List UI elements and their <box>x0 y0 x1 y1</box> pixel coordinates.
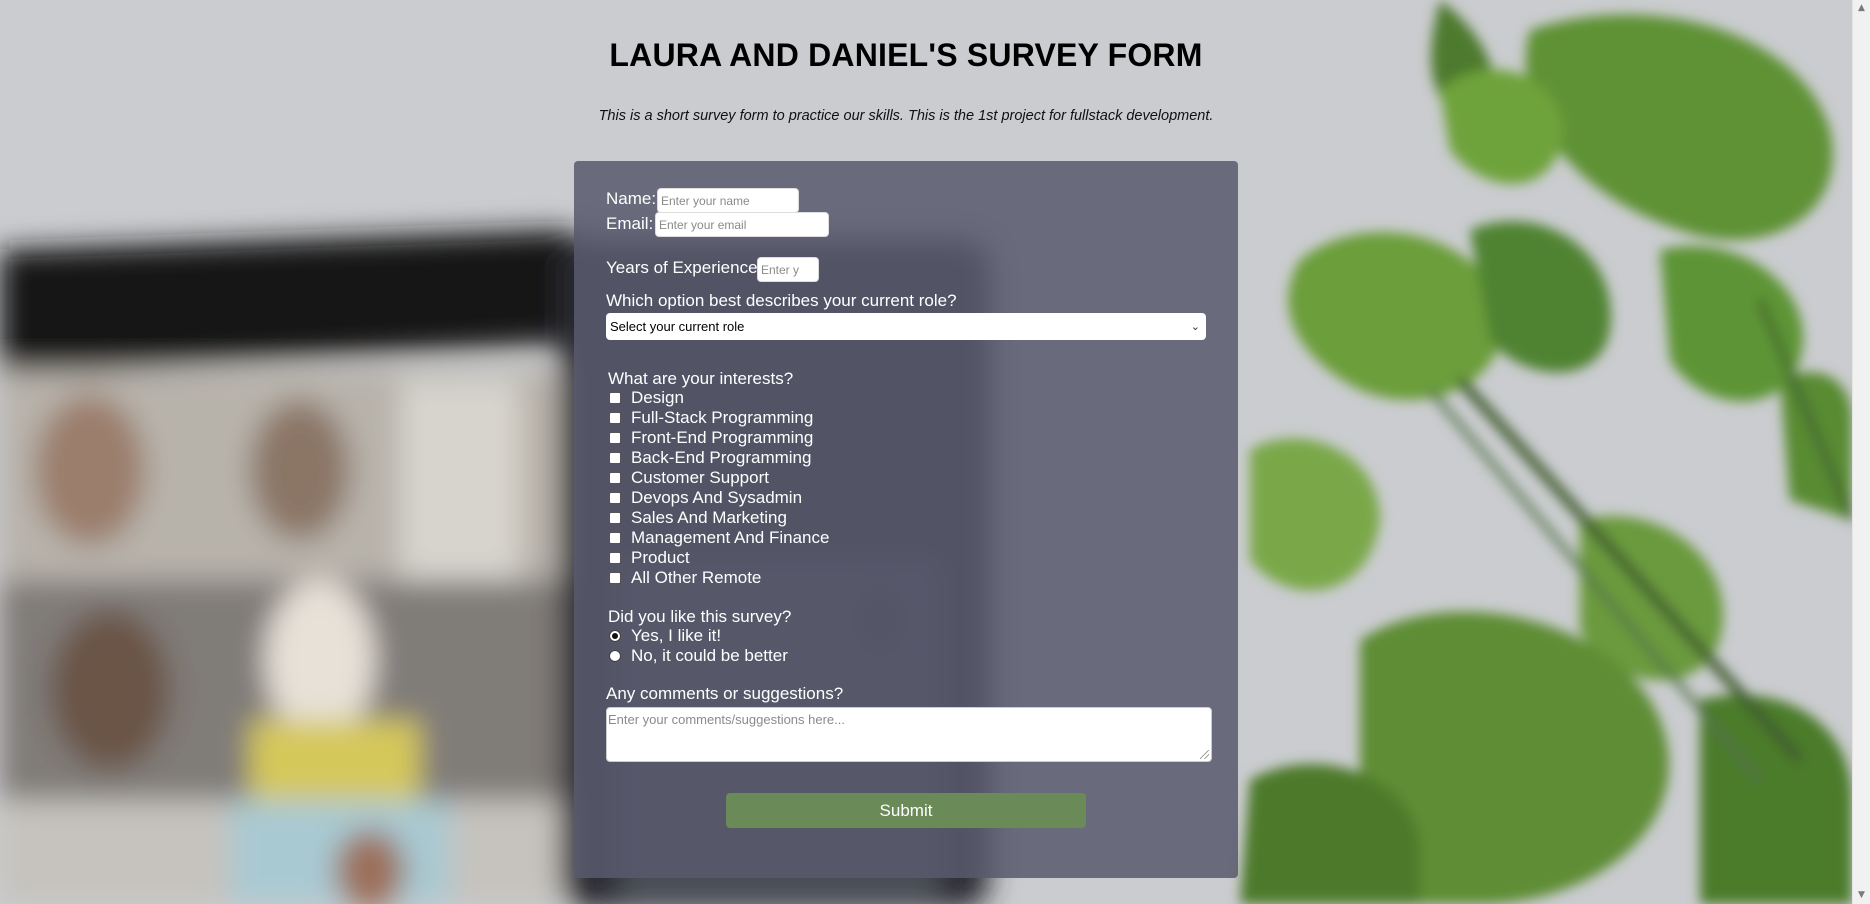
interest-option[interactable]: Product <box>609 548 690 568</box>
role-select[interactable]: Select your current role ⌄ <box>606 313 1206 340</box>
interest-option[interactable]: Full-Stack Programming <box>609 408 813 428</box>
name-input[interactable] <box>657 188 799 213</box>
checkbox[interactable] <box>609 392 621 404</box>
liked-option-label: No, it could be better <box>631 646 788 665</box>
interest-option-label: Product <box>631 548 690 567</box>
liked-option-no[interactable]: No, it could be better <box>609 646 788 666</box>
interest-option-label: All Other Remote <box>631 568 762 587</box>
liked-option-yes[interactable]: Yes, I like it! <box>609 626 721 646</box>
interest-option-label: Full-Stack Programming <box>631 408 814 427</box>
submit-button[interactable]: Submit <box>726 793 1086 828</box>
name-label: Name: <box>606 189 657 208</box>
interest-option-label: Front-End Programming <box>631 428 814 447</box>
page-scrollbar[interactable]: ▲ ▼ <box>1852 0 1870 904</box>
interests-label: What are your interests? <box>608 369 794 388</box>
interest-option-label: Management And Finance <box>631 528 830 547</box>
interest-option[interactable]: Management And Finance <box>609 528 829 548</box>
role-label: Which option best describes your current… <box>606 291 957 310</box>
page-title: LAURA AND DANIEL'S SURVEY FORM <box>609 37 1203 73</box>
liked-label: Did you like this survey? <box>608 607 792 626</box>
checkbox[interactable] <box>609 532 621 544</box>
interest-option[interactable]: Back-End Programming <box>609 448 811 468</box>
arrow-up-icon[interactable]: ▲ <box>1853 0 1870 17</box>
interest-option-label: Back-End Programming <box>631 448 812 467</box>
liked-option-label: Yes, I like it! <box>631 626 722 645</box>
survey-form: Name: Email: Years of Experience: Which … <box>574 161 1238 878</box>
radio-button[interactable] <box>609 650 621 662</box>
checkbox[interactable] <box>609 452 621 464</box>
page-description: This is a short survey form to practice … <box>598 108 1214 124</box>
email-label: Email: <box>606 214 654 233</box>
checkbox[interactable] <box>609 512 621 524</box>
interest-option[interactable]: Sales And Marketing <box>609 508 787 528</box>
checkbox[interactable] <box>609 432 621 444</box>
interest-option-label: Sales And Marketing <box>631 508 787 527</box>
interest-option[interactable]: Devops And Sysadmin <box>609 488 802 508</box>
interest-option[interactable]: All Other Remote <box>609 568 761 588</box>
interest-option[interactable]: Design <box>609 388 684 408</box>
checkbox[interactable] <box>609 412 621 424</box>
years-input[interactable] <box>757 257 819 282</box>
arrow-down-icon[interactable]: ▼ <box>1853 887 1870 904</box>
interest-option-label: Design <box>631 388 684 407</box>
interest-option[interactable]: Customer Support <box>609 468 769 488</box>
email-input[interactable] <box>655 212 829 237</box>
interest-option-label: Devops And Sysadmin <box>631 488 803 507</box>
checkbox[interactable] <box>609 492 621 504</box>
interest-option[interactable]: Front-End Programming <box>609 428 813 448</box>
years-label: Years of Experience: <box>606 258 763 277</box>
role-select-value: Select your current role <box>610 319 745 334</box>
comments-textarea[interactable]: Enter your comments/suggestions here... <box>606 707 1212 762</box>
checkbox[interactable] <box>609 572 621 584</box>
checkbox[interactable] <box>609 472 621 484</box>
checkbox[interactable] <box>609 552 621 564</box>
interest-option-label: Customer Support <box>631 468 769 487</box>
resize-grip-icon[interactable] <box>1200 750 1209 759</box>
chevron-down-icon: ⌄ <box>1190 320 1200 333</box>
comments-label: Any comments or suggestions? <box>606 684 844 703</box>
radio-button[interactable] <box>609 630 621 642</box>
comments-placeholder: Enter your comments/suggestions here... <box>608 712 846 727</box>
